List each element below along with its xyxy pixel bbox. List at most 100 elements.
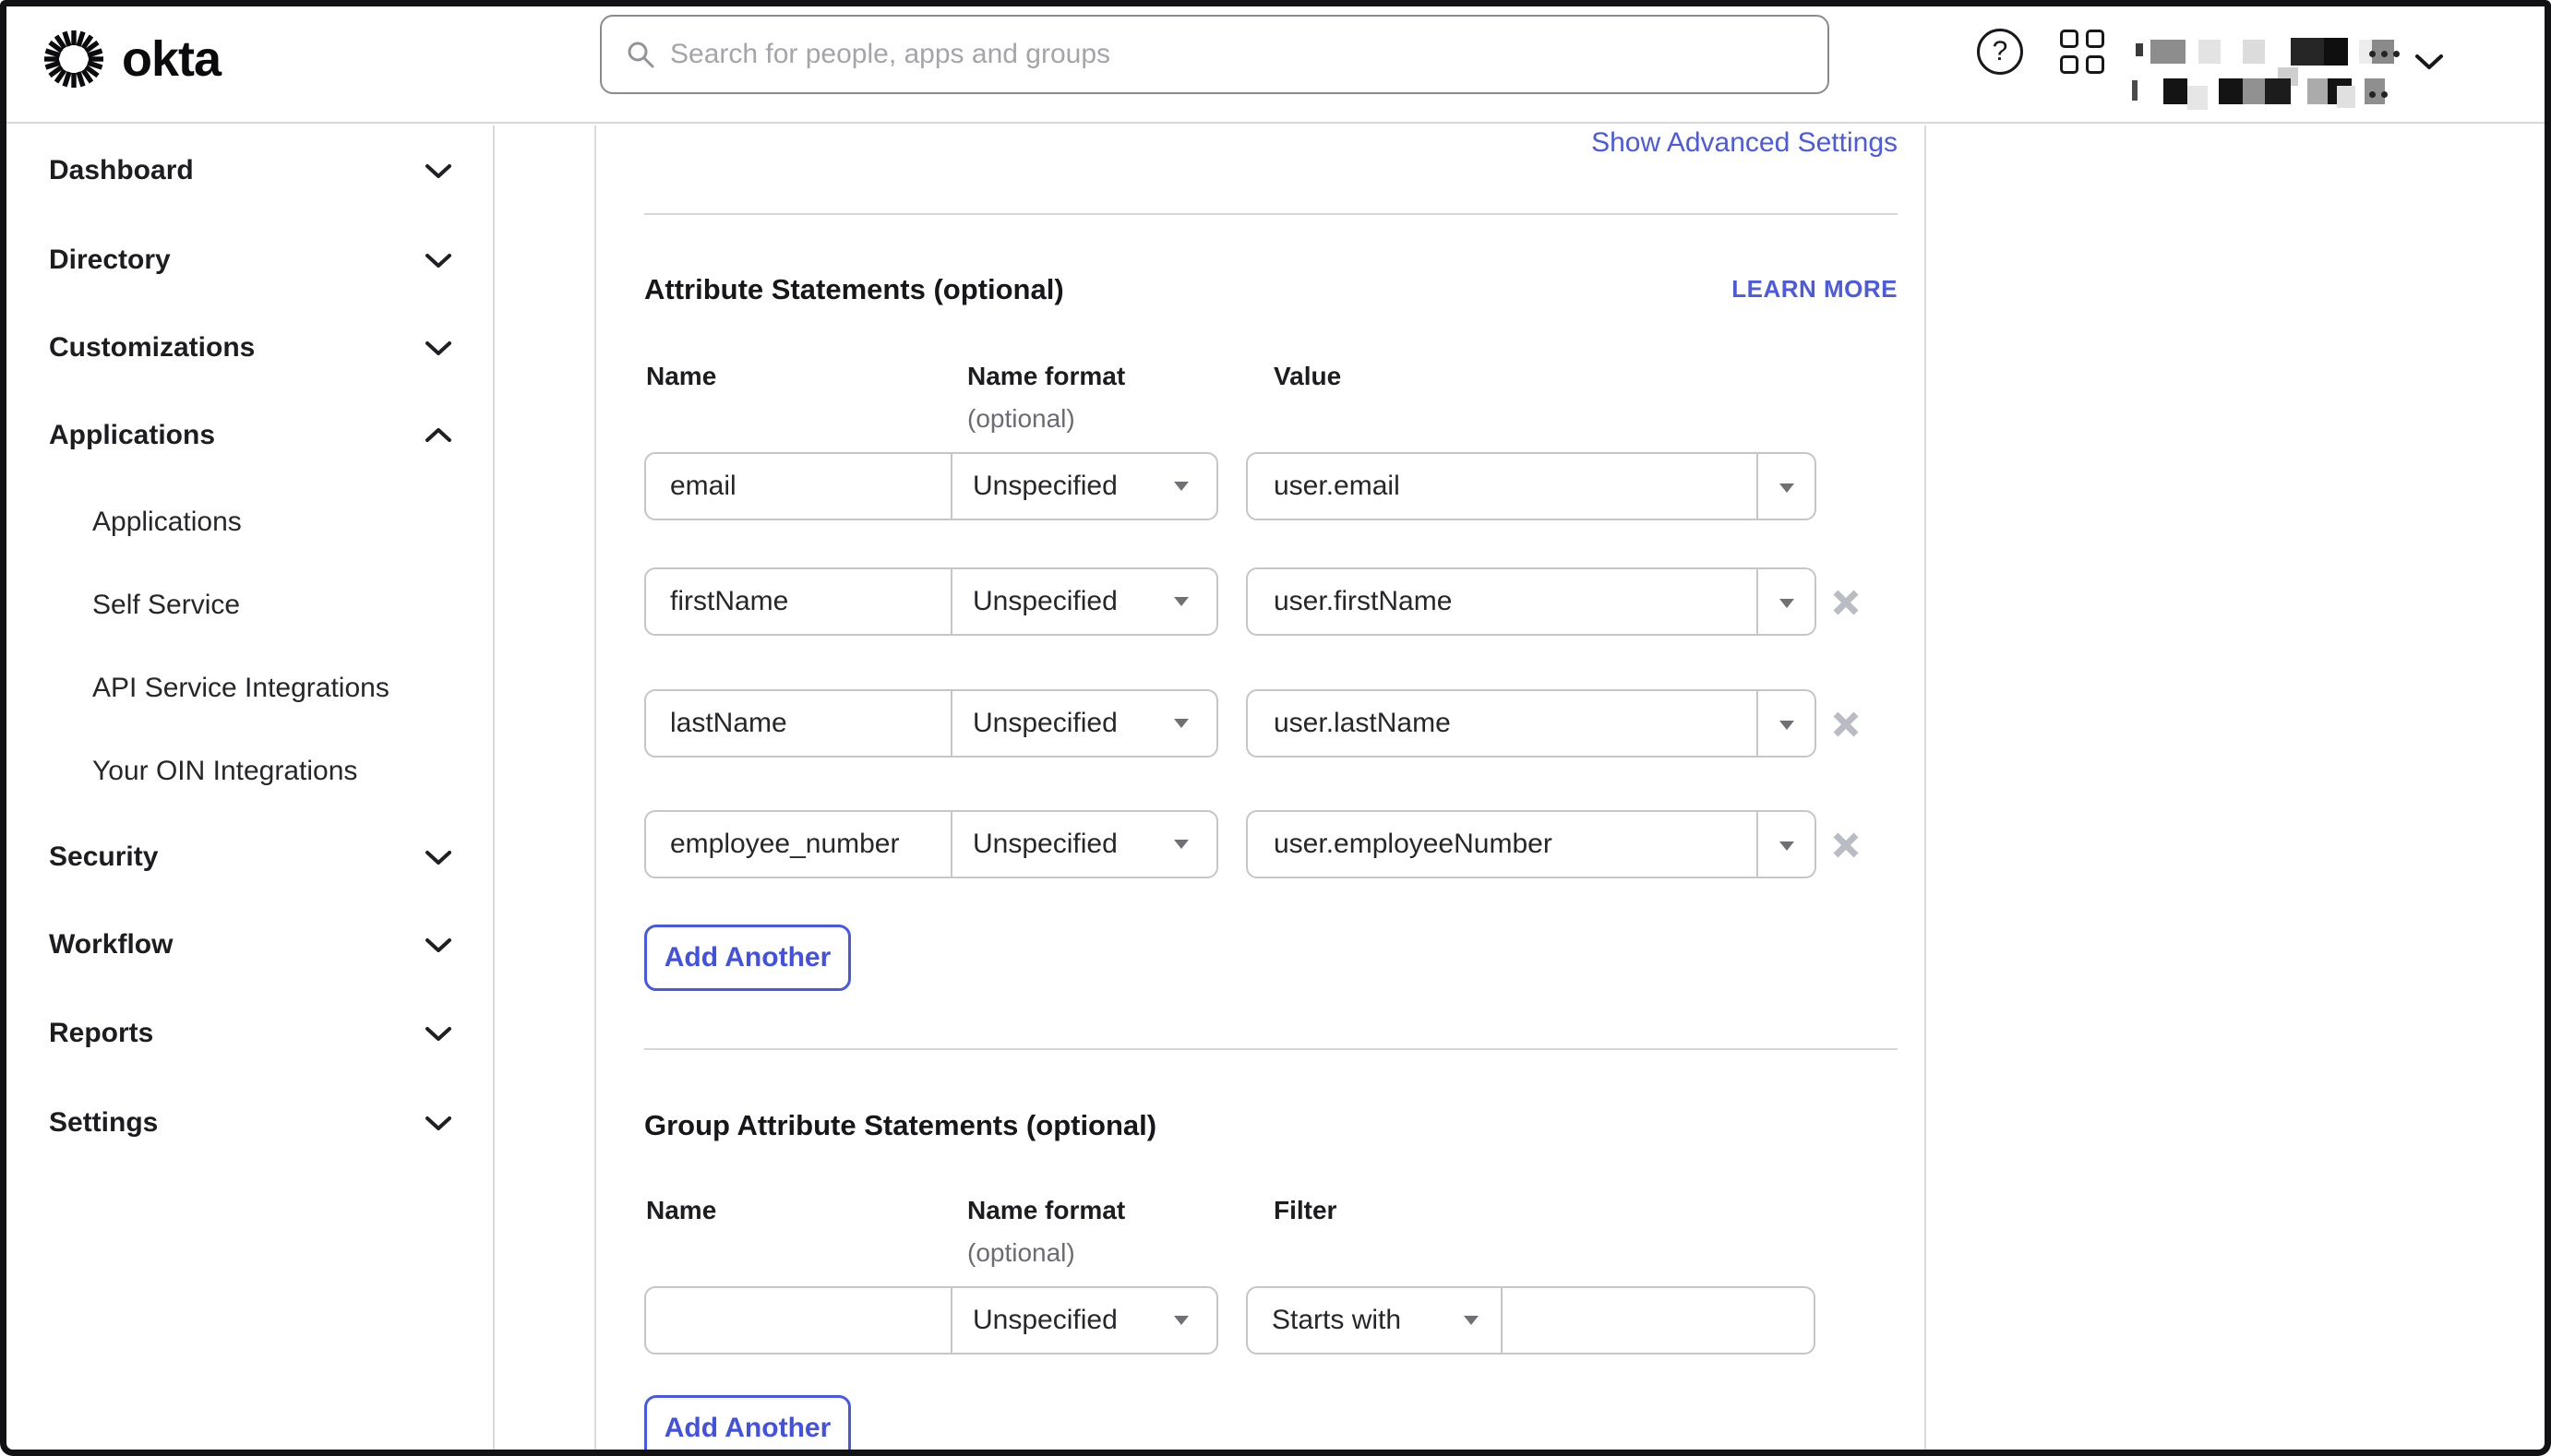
field-divider (951, 1288, 952, 1353)
grid-square-icon (2086, 55, 2104, 74)
filter-type-select[interactable]: Starts with (1248, 1288, 1501, 1353)
attribute-value-combobox[interactable]: user.lastName (1246, 689, 1816, 758)
sidebar-item-directory[interactable]: Directory (49, 236, 452, 284)
apps-grid-button[interactable] (2059, 29, 2105, 75)
sidebar-item-workflow[interactable]: Workflow (49, 921, 452, 969)
chevron-down-icon (425, 1115, 452, 1131)
name-and-format-group: Unspecified (644, 452, 1218, 520)
name-and-format-group: Unspecified (644, 567, 1218, 636)
show-advanced-settings-link[interactable]: Show Advanced Settings (1591, 127, 1898, 159)
sidebar-subitem-self-service[interactable]: Self Service (92, 581, 452, 629)
name-format-select[interactable]: Unspecified (973, 1288, 1216, 1353)
attribute-value-text: user.firstName (1274, 569, 1750, 634)
name-format-select[interactable]: Unspecified (973, 812, 1216, 877)
okta-logo[interactable]: okta (42, 28, 221, 90)
field-divider (951, 569, 952, 634)
remove-row-button[interactable] (1827, 584, 1864, 621)
chevron-down-icon (425, 340, 452, 356)
name-format-select[interactable]: Unspecified (973, 691, 1216, 756)
close-x-icon (1831, 830, 1861, 860)
select-arrow-icon (1174, 840, 1189, 849)
field-divider (951, 454, 952, 519)
field-divider (951, 691, 952, 756)
sidebar-item-label: Reports (49, 1018, 153, 1049)
sidebar-subitem-label: Your OIN Integrations (92, 756, 357, 787)
field-divider (951, 812, 952, 877)
grid-square-icon (2060, 30, 2078, 48)
sidebar-item-settings[interactable]: Settings (49, 1099, 452, 1147)
name-format-select[interactable]: Unspecified (973, 454, 1216, 519)
name-format-value: Unspecified (973, 829, 1118, 860)
select-arrow-icon (1174, 1316, 1189, 1325)
group-attribute-row: Unspecified Starts with (644, 1286, 1918, 1355)
sidebar-item-label: Directory (49, 245, 171, 276)
sidebar-item-customizations[interactable]: Customizations (49, 324, 452, 372)
name-and-format-group: Unspecified (644, 810, 1218, 878)
account-name-redacted[interactable] (2130, 32, 2377, 106)
column-header-value: Value (1274, 362, 1341, 391)
sidebar-subitem-applications[interactable]: Applications (92, 498, 452, 546)
column-header-optional-note: (optional) (967, 404, 1075, 434)
column-header-name: Name (646, 1196, 716, 1225)
field-divider (1756, 569, 1758, 634)
group-attribute-statements-title: Group Attribute Statements (optional) (644, 1109, 1156, 1142)
okta-wordmark: okta (122, 30, 221, 88)
chevron-up-icon (425, 427, 452, 444)
top-bar: okta ? (6, 6, 2545, 124)
sidebar-subitem-label: API Service Integrations (92, 673, 389, 704)
sidebar-subitem-label: Self Service (92, 590, 240, 621)
add-another-attribute-button[interactable]: Add Another (644, 925, 851, 991)
help-button[interactable]: ? (1977, 29, 2023, 75)
name-format-value: Unspecified (973, 708, 1118, 739)
learn-more-link[interactable]: LEARN MORE (1731, 275, 1898, 304)
section-divider (644, 1048, 1898, 1050)
sidebar-item-label: Security (49, 841, 158, 873)
sidebar-item-applications[interactable]: Applications (49, 412, 452, 459)
attribute-name-input[interactable] (646, 691, 951, 756)
attribute-value-text: user.lastName (1274, 691, 1750, 756)
column-header-optional-note: (optional) (967, 1238, 1075, 1268)
saml-settings-form: Show Advanced Settings Attribute Stateme… (596, 125, 1924, 1450)
attribute-name-input[interactable] (646, 454, 951, 519)
attribute-row: Unspecified user.lastName (644, 689, 1918, 758)
sidebar-item-reports[interactable]: Reports (49, 1009, 452, 1057)
chevron-down-icon (425, 849, 452, 865)
attribute-value-combobox[interactable]: user.email (1246, 452, 1816, 520)
group-name-input[interactable] (646, 1288, 951, 1353)
search-icon (626, 40, 655, 69)
attribute-name-input[interactable] (646, 812, 951, 877)
field-divider (1501, 1288, 1503, 1353)
sidebar-item-label: Workflow (49, 929, 173, 961)
remove-row-button[interactable] (1827, 706, 1864, 743)
sidebar-nav: Dashboard Directory Customizations Appli… (6, 125, 495, 1450)
field-divider (1756, 812, 1758, 877)
search-input[interactable] (655, 17, 1827, 92)
sidebar-item-dashboard[interactable]: Dashboard (49, 147, 452, 195)
filter-type-value: Starts with (1248, 1305, 1401, 1336)
chevron-down-icon (425, 1025, 452, 1042)
sidebar-subitem-your-oin-integrations[interactable]: Your OIN Integrations (92, 747, 452, 795)
name-and-format-group: Unspecified (644, 1286, 1218, 1355)
attribute-value-combobox[interactable]: user.employeeNumber (1246, 810, 1816, 878)
select-arrow-icon (1174, 597, 1189, 606)
okta-admin-window: okta ? (0, 0, 2551, 1456)
sidebar-item-label: Customizations (49, 332, 255, 364)
sidebar-item-security[interactable]: Security (49, 833, 452, 881)
column-header-name-format: Name format (967, 1196, 1125, 1225)
select-arrow-icon (1779, 721, 1794, 730)
name-format-select[interactable]: Unspecified (973, 569, 1216, 634)
chevron-down-icon (425, 162, 452, 179)
sidebar-item-label: Dashboard (49, 155, 194, 186)
section-divider (644, 213, 1898, 215)
select-arrow-icon (1174, 482, 1189, 491)
attribute-value-text: user.email (1274, 454, 1750, 519)
select-arrow-icon (1174, 719, 1189, 728)
attribute-value-combobox[interactable]: user.firstName (1246, 567, 1816, 636)
attribute-name-input[interactable] (646, 569, 951, 634)
add-another-group-attribute-button[interactable]: Add Another (644, 1395, 851, 1450)
account-chevron-down-icon[interactable] (2413, 51, 2445, 73)
filter-value-input[interactable] (1510, 1289, 1810, 1352)
remove-row-button[interactable] (1827, 827, 1864, 864)
column-header-filter: Filter (1274, 1196, 1336, 1225)
sidebar-subitem-api-service-integrations[interactable]: API Service Integrations (92, 664, 452, 712)
